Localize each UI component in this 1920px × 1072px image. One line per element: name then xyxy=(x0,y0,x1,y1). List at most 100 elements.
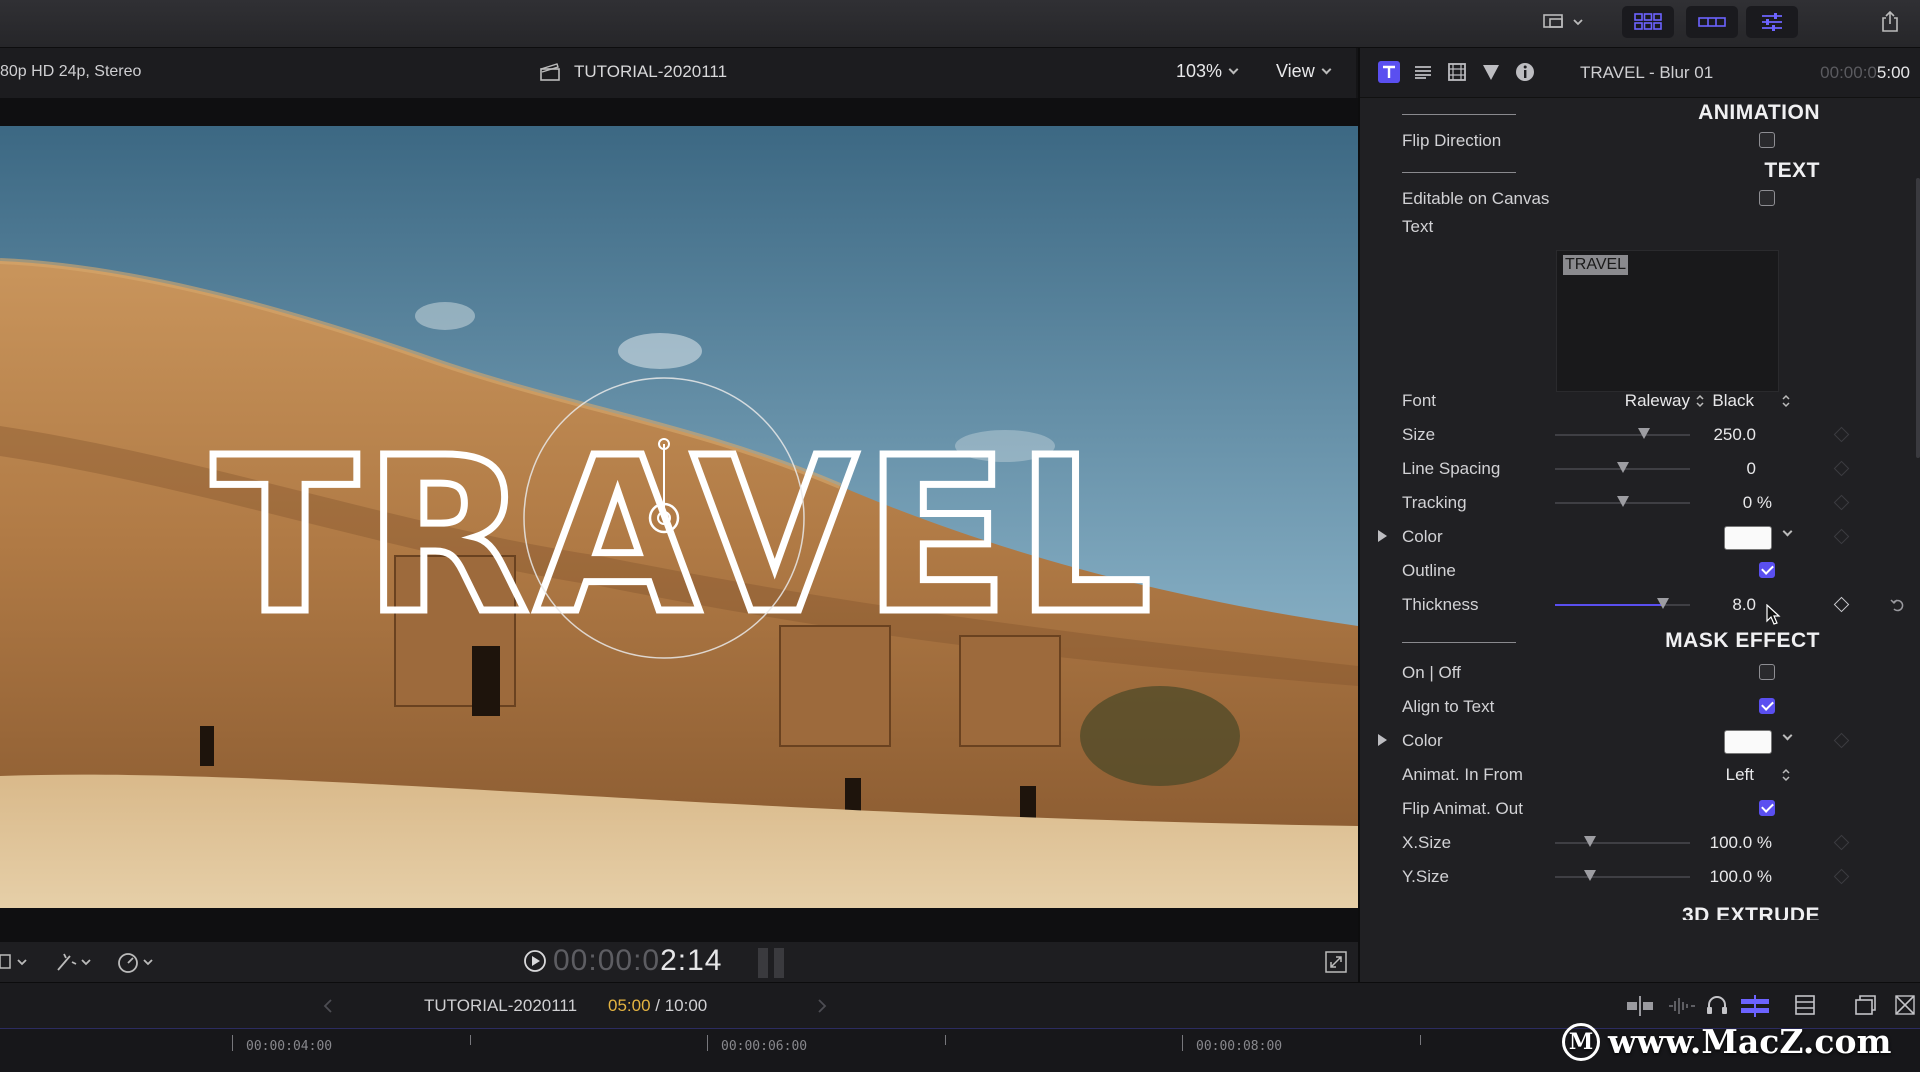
row-label: Color xyxy=(1402,731,1443,750)
disclosure-triangle-icon[interactable] xyxy=(1378,734,1387,746)
slider-knob[interactable] xyxy=(1584,870,1597,881)
flip-animat-out-checkbox[interactable] xyxy=(1759,800,1775,816)
mask-on-off-checkbox[interactable] xyxy=(1759,664,1775,680)
keyframe-icon[interactable] xyxy=(1833,834,1850,851)
font-family-select[interactable]: Raleway xyxy=(1600,391,1690,411)
thickness-value[interactable]: 8.0 xyxy=(1690,595,1756,615)
color-swatch[interactable] xyxy=(1724,526,1772,550)
animat-in-select[interactable]: Left xyxy=(1700,765,1754,785)
transitions-browser-icon[interactable] xyxy=(1894,994,1916,1016)
browser-toggle-button[interactable] xyxy=(1622,6,1674,38)
keyframe-icon[interactable] xyxy=(1833,426,1850,443)
row-editable-on-canvas: Editable on Canvas xyxy=(1360,184,1920,214)
text-inspector-tab[interactable] xyxy=(1378,61,1400,83)
editable-on-canvas-checkbox[interactable] xyxy=(1759,190,1775,206)
ruler-tick xyxy=(707,1035,708,1051)
layout-icon[interactable] xyxy=(0,952,34,972)
filmstrip-icon xyxy=(1698,17,1726,27)
flip-direction-checkbox[interactable] xyxy=(1759,132,1775,148)
chevron-down-icon[interactable] xyxy=(1782,730,1793,741)
format-label: 80p HD 24p, Stereo xyxy=(0,63,142,80)
play-icon[interactable] xyxy=(523,949,547,973)
ysize-slider[interactable] xyxy=(1555,870,1690,881)
xsize-slider[interactable] xyxy=(1555,836,1690,847)
title-overlay[interactable]: TRAVEL xyxy=(209,409,1158,665)
slider-knob[interactable] xyxy=(1657,598,1669,609)
chevron-left-icon[interactable] xyxy=(322,998,334,1014)
info-inspector-tab[interactable] xyxy=(1514,61,1536,83)
keyframe-icon[interactable] xyxy=(1833,528,1850,545)
video-frame[interactable]: TRAVEL xyxy=(0,126,1358,908)
share-button[interactable] xyxy=(1872,6,1908,38)
xsize-value[interactable]: 100.0 % xyxy=(1690,833,1772,853)
timeline-toggle-button[interactable] xyxy=(1686,6,1738,38)
reset-icon[interactable] xyxy=(1890,598,1906,612)
chevron-right-icon[interactable] xyxy=(816,998,828,1014)
ysize-value[interactable]: 100.0 % xyxy=(1690,867,1772,887)
title-inspector-tab[interactable] xyxy=(1412,61,1434,83)
chevron-down-icon[interactable] xyxy=(1782,526,1793,537)
ruler-tick xyxy=(945,1035,946,1045)
video-inspector-tab[interactable] xyxy=(1446,61,1468,83)
disclosure-triangle-icon[interactable] xyxy=(1378,530,1387,542)
audio-meter-left xyxy=(758,948,768,978)
line-spacing-slider[interactable] xyxy=(1555,462,1690,473)
align-to-text-checkbox[interactable] xyxy=(1759,698,1775,714)
zoom-menu[interactable]: 103% xyxy=(1176,61,1239,82)
slider-knob[interactable] xyxy=(1584,836,1597,847)
row-ysize: Y.Size 100.0 % xyxy=(1360,862,1920,892)
row-label: Animat. In From xyxy=(1402,765,1523,784)
effects-browser-icon[interactable] xyxy=(1854,994,1876,1016)
fullscreen-icon[interactable] xyxy=(1325,951,1347,973)
playhead-timecode[interactable]: 00:00:02:14 xyxy=(523,944,722,978)
inspector-scrollbar[interactable] xyxy=(1916,178,1920,458)
tracking-slider[interactable] xyxy=(1555,496,1690,507)
clip-duration: 00:00:05:00 xyxy=(1820,63,1910,83)
row-label: Y.Size xyxy=(1402,867,1449,886)
keyframe-icon[interactable] xyxy=(1833,732,1850,749)
paragraph-icon xyxy=(1415,66,1431,79)
thickness-slider[interactable] xyxy=(1555,598,1690,609)
row-outline: Outline xyxy=(1360,556,1920,586)
size-slider[interactable] xyxy=(1555,428,1690,439)
slider-knob[interactable] xyxy=(1616,462,1629,473)
row-animat-in-from: Animat. In From Left xyxy=(1360,760,1920,790)
keyframe-icon[interactable] xyxy=(1833,596,1850,613)
headphones-icon[interactable] xyxy=(1706,994,1728,1016)
row-xsize: X.Size 100.0 % xyxy=(1360,828,1920,858)
size-value[interactable]: 250.0 xyxy=(1690,425,1756,445)
mask-color-swatch[interactable] xyxy=(1724,730,1772,754)
section-title: MASK EFFECT xyxy=(1665,629,1820,652)
outline-checkbox[interactable] xyxy=(1759,562,1775,578)
text-input[interactable]: TRAVEL xyxy=(1556,250,1779,392)
skimming-icon[interactable] xyxy=(1626,995,1654,1017)
audio-skimming-icon[interactable] xyxy=(1668,995,1696,1017)
inspector-toggle-button[interactable] xyxy=(1746,6,1798,38)
slider-knob[interactable] xyxy=(1638,428,1651,439)
project-name: TUTORIAL-2020111 xyxy=(574,62,728,81)
ruler-tick-label: 00:00:08:00 xyxy=(1196,1039,1283,1054)
font-weight-select[interactable]: Black xyxy=(1700,391,1754,411)
slider-knob[interactable] xyxy=(1616,496,1629,507)
timeline-current: 05:00 xyxy=(608,996,651,1015)
mouse-cursor-icon xyxy=(1766,604,1781,625)
keyframe-icon[interactable] xyxy=(1833,460,1850,477)
transform-tool-icon[interactable] xyxy=(54,950,98,974)
keyframe-icon[interactable] xyxy=(1833,868,1850,885)
row-label: Line Spacing xyxy=(1402,459,1501,478)
solo-icon[interactable] xyxy=(1740,995,1770,1017)
row-label: Tracking xyxy=(1402,493,1467,512)
tracking-value[interactable]: 0 % xyxy=(1690,493,1772,513)
view-menu[interactable]: View xyxy=(1276,61,1332,82)
speed-icon[interactable] xyxy=(116,950,160,974)
text-input-value: TRAVEL xyxy=(1563,255,1629,275)
keyframe-icon[interactable] xyxy=(1833,494,1850,511)
row-label: Flip Direction xyxy=(1402,131,1502,150)
timeline-separator: / xyxy=(650,996,665,1015)
clapper-icon xyxy=(540,63,560,81)
color-inspector-tab[interactable] xyxy=(1480,61,1502,83)
display-options-button[interactable] xyxy=(1536,6,1592,38)
clip-appearance-icon[interactable] xyxy=(1794,994,1816,1016)
section-title: 3D EXTRUDE xyxy=(1681,904,1820,920)
line-spacing-value[interactable]: 0 xyxy=(1690,459,1756,479)
